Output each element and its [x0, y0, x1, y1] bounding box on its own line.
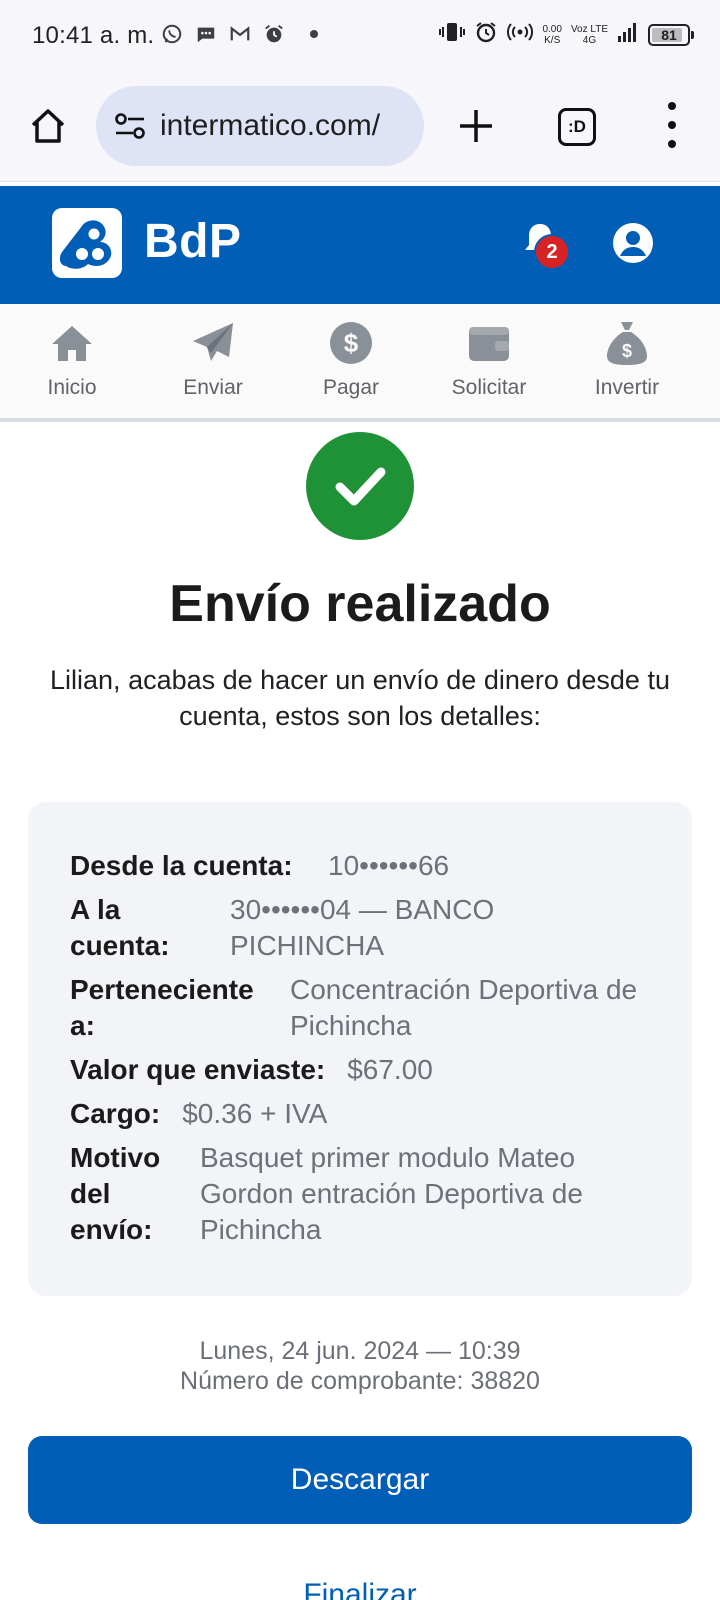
detail-row-fee: Cargo: $0.36 + IVA: [70, 1096, 652, 1132]
detail-row-from: Desde la cuenta: 10••••••66: [70, 848, 652, 884]
hotspot-icon: [507, 20, 534, 49]
receipt-number: Número de comprobante: 38820: [180, 1367, 540, 1395]
nav-item-solicitar[interactable]: Solicitar: [420, 304, 558, 418]
detail-row-owner: Perteneciente a: Concentración Deportiva…: [70, 972, 652, 1044]
svg-text:$: $: [622, 341, 632, 361]
wallet-icon: [466, 320, 512, 366]
transfer-details-card: Desde la cuenta: 10••••••66 A la cuenta:…: [28, 802, 692, 1296]
detail-value: 10••••••66: [328, 850, 450, 881]
vibrate-icon: [439, 20, 466, 49]
svg-text:$: $: [344, 328, 359, 358]
transaction-datetime: Lunes, 24 jun. 2024 — 10:39: [199, 1337, 521, 1365]
gmail-icon: [228, 22, 252, 46]
message-icon: [194, 22, 218, 46]
logo-icon: [52, 208, 122, 278]
detail-label: A la cuenta:: [70, 894, 170, 961]
more-notifications-dot: [310, 30, 318, 38]
tab-switcher-button[interactable]: :D: [558, 108, 596, 146]
address-bar[interactable]: intermatico.com/: [96, 86, 424, 166]
detail-row-amount: Valor que enviaste: $67.00: [70, 1052, 652, 1088]
detail-value: 30••••••04 — BANCO PICHINCHA: [230, 894, 495, 961]
status-bar: 10:41 a. m. 0.00 K/S Voz LTE 4G 81: [0, 0, 720, 72]
profile-icon[interactable]: [612, 222, 654, 264]
money-bag-icon: $: [604, 320, 650, 366]
detail-label: Valor que enviaste:: [70, 1054, 326, 1085]
detail-label: Perteneciente a:: [70, 974, 254, 1041]
success-check-icon: [306, 432, 414, 540]
transaction-meta: Lunes, 24 jun. 2024 — 10:39 Número de co…: [0, 1336, 720, 1396]
main-nav: Inicio Enviar $ Pagar Solicitar $ Invert…: [0, 304, 720, 422]
nav-item-enviar[interactable]: Enviar: [144, 304, 282, 418]
alarm-icon: [262, 22, 286, 46]
home-icon[interactable]: [28, 106, 68, 146]
more-menu-icon[interactable]: [662, 102, 682, 148]
volte-indicator: Voz LTE 4G: [570, 23, 608, 46]
notification-icons: [160, 22, 318, 46]
nav-item-invertir[interactable]: $ Invertir: [558, 304, 696, 418]
nav-item-inicio[interactable]: Inicio: [0, 304, 144, 418]
page-title: Envío realizado: [169, 575, 551, 633]
notification-badge: 2: [534, 234, 570, 270]
alarm-status-icon: [474, 20, 498, 49]
detail-label: Cargo:: [70, 1098, 161, 1129]
url-text[interactable]: intermatico.com/: [160, 109, 380, 143]
battery-icon: 81: [648, 23, 694, 46]
signal-icon: [617, 21, 639, 48]
status-time: 10:41 a. m.: [32, 22, 155, 49]
detail-label: Desde la cuenta:: [70, 850, 293, 881]
system-icons: 0.00 K/S Voz LTE 4G 81: [439, 20, 694, 49]
download-button[interactable]: Descargar: [28, 1436, 692, 1524]
nav-item-pagar[interactable]: $ Pagar: [282, 304, 420, 418]
intro-text: Lilian, acabas de hacer un envío de dine…: [50, 665, 670, 731]
detail-value: Concentración Deportiva de Pichincha: [290, 974, 638, 1041]
detail-row-reason: Motivo del envío: Basquet primer modulo …: [70, 1140, 652, 1248]
detail-row-to: A la cuenta: 30••••••04 — BANCO PICHINCH…: [70, 892, 652, 964]
send-icon: [190, 320, 236, 366]
browser-toolbar: intermatico.com/ :D: [0, 72, 720, 182]
detail-value: $67.00: [347, 1054, 433, 1085]
app-header: BdP 2: [0, 186, 720, 304]
brand-name: BdP: [144, 215, 242, 268]
finish-link[interactable]: Finalizar: [0, 1578, 720, 1600]
dollar-icon: $: [328, 320, 374, 366]
detail-value: $0.36 + IVA: [182, 1098, 328, 1129]
whatsapp-icon: [160, 22, 184, 46]
site-settings-icon[interactable]: [114, 112, 146, 140]
detail-value: Basquet primer modulo Mateo Gordon entra…: [200, 1142, 583, 1245]
home-icon: [49, 320, 95, 366]
detail-label: Motivo del envío:: [70, 1142, 161, 1245]
new-tab-icon[interactable]: [458, 108, 494, 144]
network-speed: 0.00 K/S: [542, 23, 562, 46]
